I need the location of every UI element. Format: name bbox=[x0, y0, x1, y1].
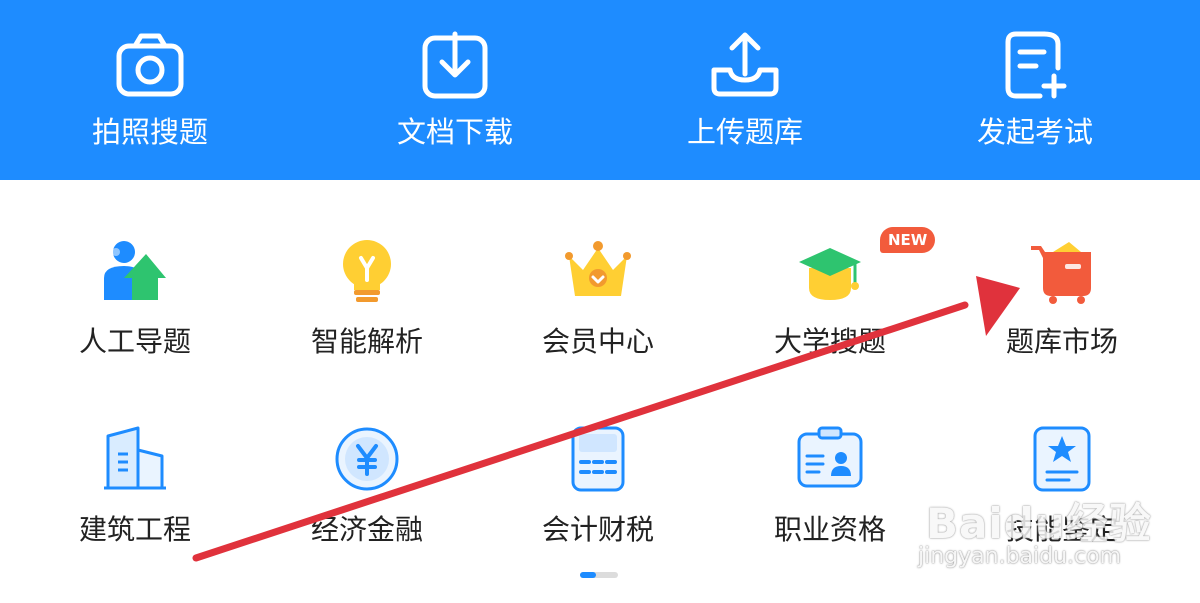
download-icon bbox=[422, 31, 488, 99]
upload-icon bbox=[711, 32, 779, 97]
baidu-watermark: Baidu经验 jingyan.baidu.com bbox=[918, 490, 1178, 590]
manual-import-item[interactable]: 人工导题 bbox=[20, 238, 250, 398]
page-indicator-active bbox=[580, 572, 596, 578]
finance-item[interactable]: 经济金融 bbox=[252, 426, 482, 586]
yuan-coin-icon bbox=[335, 427, 399, 491]
construction-item[interactable]: 建筑工程 bbox=[20, 426, 250, 586]
new-badge: NEW bbox=[880, 227, 936, 253]
accounting-tax-label: 会计财税 bbox=[541, 513, 654, 546]
smart-analysis-item[interactable]: 智能解析 bbox=[252, 238, 482, 398]
construction-label: 建筑工程 bbox=[78, 513, 191, 546]
watermark-logo: Baidu经验 bbox=[926, 499, 1152, 548]
member-center-label: 会员中心 bbox=[541, 325, 654, 358]
person-upload-icon bbox=[104, 241, 166, 300]
smart-analysis-label: 智能解析 bbox=[310, 325, 423, 358]
upload-question-bank-label: 上传题库 bbox=[686, 115, 803, 149]
graduation-cap-icon bbox=[799, 248, 861, 300]
question-bank-market-label: 题库市场 bbox=[1005, 325, 1118, 358]
question-bank-market-item[interactable]: 题库市场 bbox=[947, 238, 1177, 398]
photo-search-button[interactable]: 拍照搜题 bbox=[0, 0, 300, 180]
upload-question-bank-button[interactable]: 上传题库 bbox=[595, 0, 895, 180]
watermark-url: jingyan.baidu.com bbox=[918, 544, 1122, 569]
start-exam-label: 发起考试 bbox=[976, 115, 1093, 149]
accounting-tax-item[interactable]: 会计财税 bbox=[483, 426, 713, 586]
id-card-icon bbox=[797, 426, 863, 488]
professional-qualification-item[interactable]: 职业资格 bbox=[715, 426, 945, 586]
finance-label: 经济金融 bbox=[310, 513, 423, 546]
university-search-label: 大学搜题 bbox=[773, 325, 886, 358]
lightbulb-icon bbox=[343, 240, 391, 302]
photo-search-label: 拍照搜题 bbox=[91, 115, 208, 149]
crown-icon bbox=[565, 241, 631, 296]
camera-icon bbox=[116, 33, 184, 97]
shopping-cart-icon bbox=[1031, 242, 1091, 304]
manual-import-label: 人工导题 bbox=[78, 325, 191, 358]
page-indicator bbox=[580, 572, 618, 578]
calculator-icon bbox=[571, 426, 625, 492]
university-search-item[interactable]: 大学搜题 bbox=[715, 238, 945, 398]
document-download-button[interactable]: 文档下载 bbox=[305, 0, 605, 180]
start-exam-button[interactable]: 发起考试 bbox=[885, 0, 1185, 180]
building-icon bbox=[104, 426, 166, 490]
member-center-item[interactable]: 会员中心 bbox=[483, 238, 713, 398]
document-download-label: 文档下载 bbox=[396, 115, 513, 149]
certificate-icon bbox=[1033, 426, 1091, 492]
top-action-bar: 拍照搜题 文档下载 上传题库 发起考试 bbox=[0, 0, 1200, 180]
professional-qualification-label: 职业资格 bbox=[773, 513, 886, 546]
add-document-icon bbox=[1005, 31, 1067, 99]
